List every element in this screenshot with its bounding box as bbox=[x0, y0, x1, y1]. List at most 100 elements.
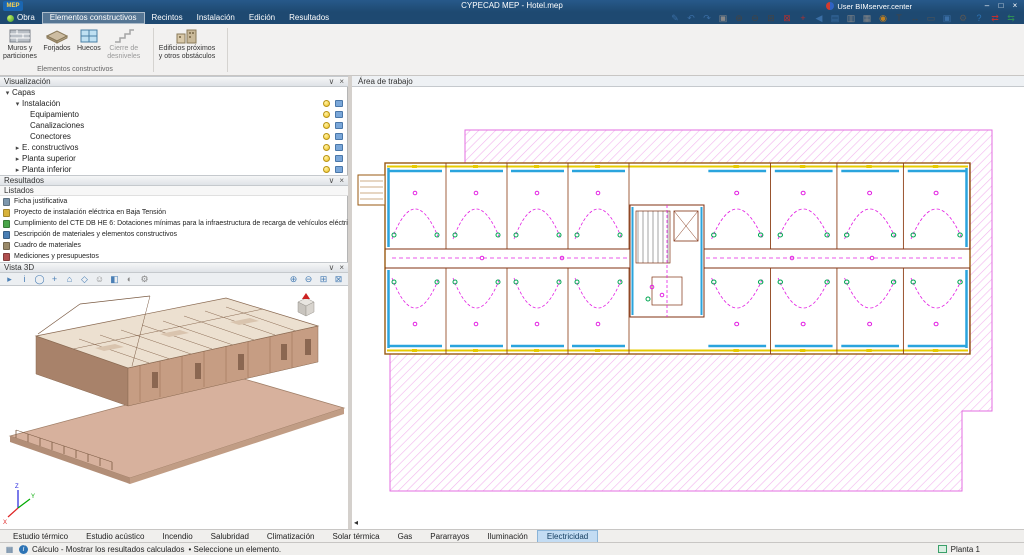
visibility-bulb-icon[interactable] bbox=[323, 144, 330, 151]
undo-icon[interactable]: ↶ bbox=[684, 13, 698, 24]
print-icon[interactable]: ▭ bbox=[924, 13, 938, 24]
settings-icon[interactable]: ⚙ bbox=[138, 274, 151, 285]
maximize-button[interactable]: □ bbox=[994, 0, 1008, 11]
huecos-button[interactable]: Huecos bbox=[76, 25, 102, 55]
info-icon[interactable]: i bbox=[18, 274, 31, 285]
layer-print-icon[interactable] bbox=[335, 144, 343, 151]
visibility-bulb-icon[interactable] bbox=[323, 166, 330, 173]
tree-item-planta-superior[interactable]: ▸ Planta superior bbox=[0, 153, 348, 164]
capture-icon[interactable]: ▣ bbox=[940, 13, 954, 24]
tree-item-equipamiento[interactable]: Equipamiento bbox=[0, 109, 348, 120]
iso-view-icon[interactable]: ◇ bbox=[78, 274, 91, 285]
visibility-bulb-icon[interactable] bbox=[323, 111, 330, 118]
close-icon[interactable]: × bbox=[339, 263, 344, 272]
layer-print-icon[interactable] bbox=[335, 166, 343, 173]
settings-icon[interactable]: ⚙ bbox=[956, 13, 970, 24]
measure-icon[interactable]: ↔ bbox=[908, 13, 922, 24]
shadow-icon[interactable]: ◐ bbox=[123, 274, 136, 285]
visibility-bulb-icon[interactable] bbox=[323, 100, 330, 107]
walk-icon[interactable]: ☺ bbox=[93, 274, 106, 285]
edificios-proximos-button[interactable]: Edificios próximos y otros obstáculos bbox=[155, 25, 219, 62]
plant-selector[interactable]: Planta 1 bbox=[938, 545, 980, 554]
expander-icon[interactable]: ▸ bbox=[13, 155, 22, 163]
zoom-out-icon[interactable]: ⊖ bbox=[302, 274, 315, 285]
tab-solar-termica[interactable]: Solar térmica bbox=[323, 531, 388, 542]
tab-climatizacion[interactable]: Climatización bbox=[258, 531, 324, 542]
select-icon[interactable]: ▸ bbox=[3, 274, 16, 285]
collapse-icon[interactable]: ∨ bbox=[328, 263, 334, 272]
visibility-bulb-icon[interactable] bbox=[323, 122, 330, 129]
list-item-cumplimiento-cte[interactable]: Cumplimiento del CTE DB HE 6: Dotaciones… bbox=[0, 218, 348, 229]
tab-iluminacion[interactable]: Iluminación bbox=[478, 531, 536, 542]
zoom-out-icon[interactable]: ⊖ bbox=[748, 13, 762, 24]
layers-icon[interactable]: ▤ bbox=[828, 13, 842, 24]
tab-instalacion[interactable]: Instalación bbox=[190, 12, 242, 24]
tab-obra[interactable]: Obra bbox=[0, 12, 42, 24]
tab-incendio[interactable]: Incendio bbox=[153, 531, 201, 542]
info-icon[interactable]: i bbox=[19, 545, 28, 554]
list-item-ficha-justificativa[interactable]: Ficha justificativa bbox=[0, 196, 348, 207]
expander-icon[interactable]: ▸ bbox=[13, 166, 22, 174]
edit-icon[interactable]: ✎ bbox=[668, 13, 682, 24]
tab-recintos[interactable]: Recintos bbox=[145, 12, 190, 24]
expander-icon[interactable]: ▾ bbox=[13, 100, 22, 108]
tab-estudio-termico[interactable]: Estudio térmico bbox=[4, 531, 77, 542]
zoom-window-icon[interactable]: ⊞ bbox=[764, 13, 778, 24]
list-item-proyecto-electrico[interactable]: Proyecto de instalación eléctrica en Baj… bbox=[0, 207, 348, 218]
section-icon[interactable]: ◧ bbox=[108, 274, 121, 285]
redo-icon[interactable]: ↷ bbox=[700, 13, 714, 24]
columns-icon[interactable]: ▥ bbox=[844, 13, 858, 24]
text-icon[interactable]: T bbox=[892, 13, 906, 24]
tree-item-instalacion[interactable]: ▾ Instalación bbox=[0, 98, 348, 109]
list-item-cuadro-materiales[interactable]: Cuadro de materiales bbox=[0, 240, 348, 251]
canvas-scroll-left-icon[interactable]: ◂ bbox=[354, 518, 358, 527]
update-icon[interactable]: ⇆ bbox=[1004, 13, 1018, 24]
forjados-button[interactable]: Forjados bbox=[42, 25, 71, 55]
expander-icon[interactable]: ▾ bbox=[3, 89, 12, 97]
tab-edicion[interactable]: Edición bbox=[242, 12, 282, 24]
tab-resultados[interactable]: Resultados bbox=[282, 12, 336, 24]
close-icon[interactable]: × bbox=[339, 176, 344, 185]
zoom-window-icon[interactable]: ⊞ bbox=[317, 274, 330, 285]
copy-icon[interactable]: ▣ bbox=[716, 13, 730, 24]
tab-gas[interactable]: Gas bbox=[389, 531, 422, 542]
help-icon[interactable]: ? bbox=[972, 13, 986, 24]
previous-view-icon[interactable]: ◀ bbox=[812, 13, 826, 24]
muros-y-particiones-button[interactable]: Muros y particiones bbox=[2, 25, 38, 62]
tree-item-canalizaciones[interactable]: Canalizaciones bbox=[0, 120, 348, 131]
layer-print-icon[interactable] bbox=[335, 133, 343, 140]
tab-electricidad[interactable]: Electricidad bbox=[537, 530, 598, 543]
home-view-icon[interactable]: ⌂ bbox=[63, 274, 76, 285]
tab-estudio-acustico[interactable]: Estudio acústico bbox=[77, 531, 153, 542]
pan-icon[interactable]: + bbox=[796, 13, 810, 24]
collapse-icon[interactable]: ∨ bbox=[328, 176, 334, 185]
close-icon[interactable]: × bbox=[339, 77, 344, 86]
tree-item-planta-inferior[interactable]: ▸ Planta inferior bbox=[0, 164, 348, 175]
layer-print-icon[interactable] bbox=[335, 100, 343, 107]
list-item-mediciones-presupuestos[interactable]: Mediciones y presupuestos bbox=[0, 251, 348, 262]
zoom-in-icon[interactable]: ⊕ bbox=[287, 274, 300, 285]
layer-print-icon[interactable] bbox=[335, 155, 343, 162]
layer-print-icon[interactable] bbox=[335, 122, 343, 129]
minimize-button[interactable]: – bbox=[980, 0, 994, 11]
list-item-descripcion-materiales[interactable]: Descripción de materiales y elementos co… bbox=[0, 229, 348, 240]
collapse-icon[interactable]: ∨ bbox=[328, 77, 334, 86]
grid-icon[interactable]: ▦ bbox=[860, 13, 874, 24]
zoom-extents-icon[interactable]: ⊠ bbox=[332, 274, 345, 285]
orbit-icon[interactable]: ◯ bbox=[33, 274, 46, 285]
bimserver-user[interactable]: User BIMserver.center bbox=[826, 1, 912, 11]
tree-item-conectores[interactable]: Conectores bbox=[0, 131, 348, 142]
close-button[interactable]: × bbox=[1008, 0, 1022, 11]
tab-salubridad[interactable]: Salubridad bbox=[202, 531, 258, 542]
zoom-in-icon[interactable]: ⊕ bbox=[732, 13, 746, 24]
vista3d-viewport[interactable]: Z Y X bbox=[0, 286, 348, 529]
pan-icon[interactable]: + bbox=[48, 274, 61, 285]
drawing-canvas[interactable]: ◂ bbox=[352, 87, 1024, 529]
expander-icon[interactable]: ▸ bbox=[13, 144, 22, 152]
snap-icon[interactable]: ◉ bbox=[876, 13, 890, 24]
visibility-bulb-icon[interactable] bbox=[323, 155, 330, 162]
tree-item-capas[interactable]: ▾ Capas bbox=[0, 87, 348, 98]
layer-print-icon[interactable] bbox=[335, 111, 343, 118]
sync-icon[interactable]: ⇄ bbox=[988, 13, 1002, 24]
tab-pararrayos[interactable]: Pararrayos bbox=[421, 531, 478, 542]
